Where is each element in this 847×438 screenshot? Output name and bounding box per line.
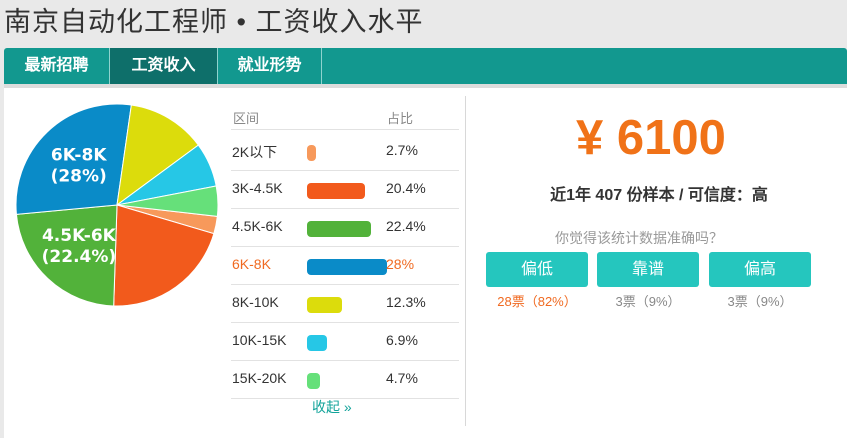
range-label: 3K-4.5K [232,180,283,196]
share-percent: 4.7% [386,370,418,386]
vote-too-low-button[interactable]: 偏低 [486,252,588,287]
share-bar [307,259,387,275]
salary-range-row: 3K-4.5K 20.4% [229,170,459,208]
salary-range-row: 8K-10K 12.3% [229,284,459,322]
share-percent: 20.4% [386,180,426,196]
vote-too-high-count: 3票（9%） [727,294,793,309]
salary-range-row: 6K-8K 28% [229,246,459,284]
tab-bar: 最新招聘 工资收入 就业形势 [4,48,847,84]
collapse-link[interactable]: 收起 » [312,397,352,417]
sample-info: 近1年 407 份样本 / 可信度：高 [550,187,768,204]
header-divider [231,129,459,130]
salary-pie-chart: 4.5K-6K(22.4%) 6K-8K(28%) [15,103,219,307]
tab-employment-trend[interactable]: 就业形势 [218,48,322,84]
pie-slice-label: 4.5K-6K [42,226,117,246]
share-percent: 2.7% [386,142,418,158]
share-percent: 12.3% [386,294,426,310]
vote-too-high-button[interactable]: 偏高 [709,252,811,287]
vote-accurate-count: 3票（9%） [615,294,681,309]
accuracy-question: 你觉得该统计数据准确吗？ [555,230,723,246]
share-bar [307,335,327,351]
pie-slice-label: (22.4%) [42,247,117,267]
range-label: 8K-10K [232,294,279,310]
salary-range-row: 10K-15K 6.9% [229,322,459,360]
column-header-range: 区间 [233,111,260,126]
tab-latest-jobs[interactable]: 最新招聘 [4,48,110,84]
pie-slice-label: 6K-8K [51,145,107,165]
share-bar [307,145,316,161]
average-salary: ¥ 6100 [576,111,726,165]
vote-accurate-button[interactable]: 靠谱 [597,252,699,287]
range-label: 15K-20K [232,370,287,386]
range-label: 10K-15K [232,332,287,348]
range-label: 4.5K-6K [232,218,283,234]
salary-range-row: 2K以下 2.7% [229,132,459,170]
vote-too-low-count: 28票（82%） [497,294,577,309]
share-bar [307,221,371,237]
share-bar [307,297,343,313]
column-header-share: 占比 [387,111,414,126]
range-label: 6K-8K [232,256,271,272]
salary-range-row: 15K-20K 4.7% [229,360,459,398]
salary-range-row: 4.5K-6K 22.4% [229,208,459,246]
share-bar [307,373,321,389]
range-label: 2K以下 [232,144,278,160]
tab-salary-income[interactable]: 工资收入 [110,48,218,84]
share-percent: 28% [386,256,415,272]
share-percent: 6.9% [386,332,418,348]
page-title: 南京自动化工程师 • 工资收入水平 [4,7,424,37]
pie-slice-label: (28%) [51,166,107,186]
salary-panel: 4.5K-6K (22.4%) 6K-8K (28%) 区间 占比 2K以下 2.7% 3… [4,88,847,438]
panel-divider [465,96,466,426]
share-bar [307,183,366,199]
share-percent: 22.4% [386,218,426,234]
